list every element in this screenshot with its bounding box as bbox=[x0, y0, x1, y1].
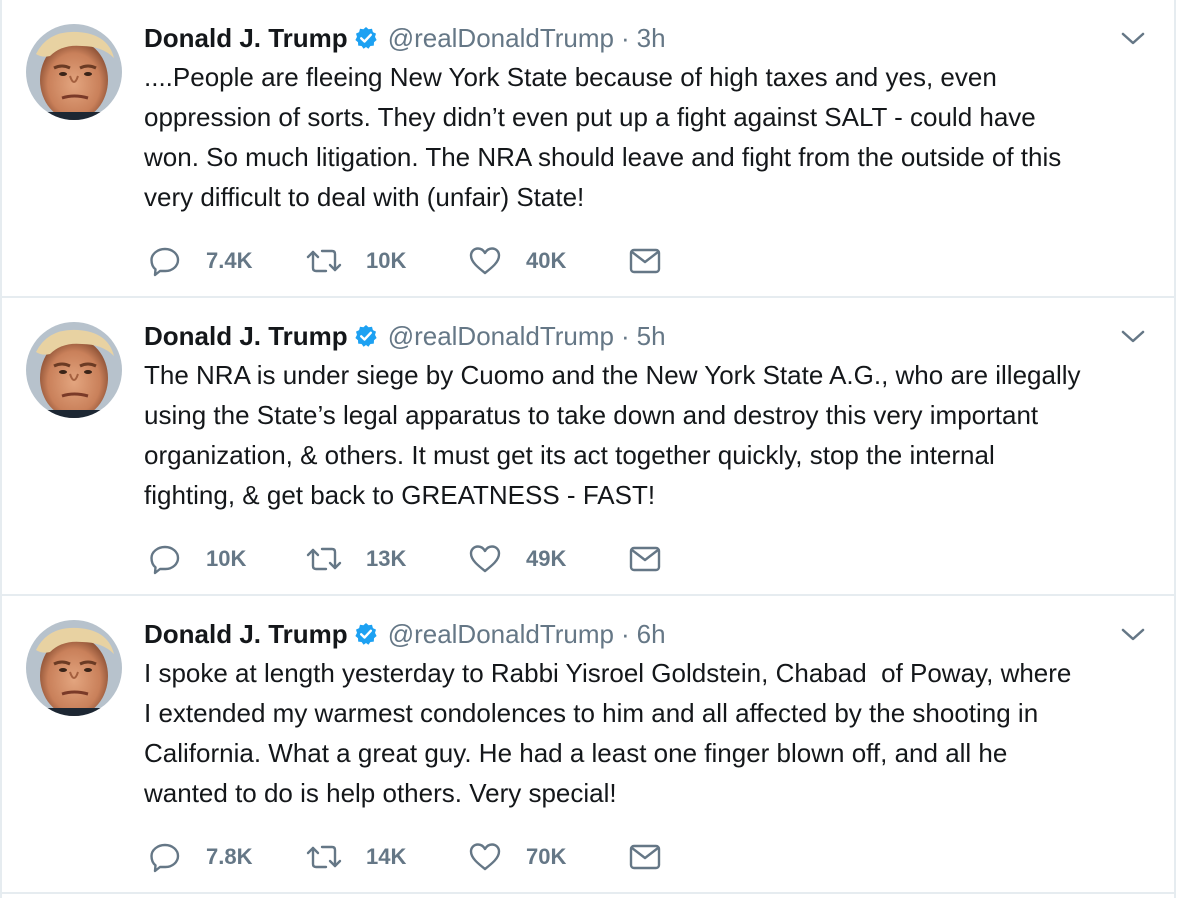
timestamp[interactable]: 5h bbox=[637, 321, 666, 352]
tweet-actions: 7.8K 14K 70K bbox=[148, 840, 708, 874]
retweet-count: 13K bbox=[366, 546, 407, 571]
tweet-card[interactable]: Donald J. Trump @realDonaldTrump · 6h I … bbox=[2, 596, 1174, 894]
like-count: 40K bbox=[526, 248, 567, 273]
separator-dot: · bbox=[620, 22, 630, 53]
like-button[interactable]: 70K bbox=[468, 840, 566, 874]
envelope-icon bbox=[628, 542, 662, 576]
tweet-card[interactable]: Donald J. Trump @realDonaldTrump · 3h ..… bbox=[2, 0, 1174, 298]
direct-message-button[interactable] bbox=[628, 542, 662, 576]
reply-button[interactable]: 7.4K bbox=[148, 244, 252, 278]
like-count: 70K bbox=[526, 844, 567, 869]
reply-button[interactable]: 10K bbox=[148, 542, 246, 576]
tweet-text: The NRA is under siege by Cuomo and the … bbox=[144, 360, 1081, 510]
tweet-text: ....People are fleeing New York State be… bbox=[144, 62, 1062, 212]
retweet-icon bbox=[306, 840, 342, 874]
verified-badge-icon bbox=[354, 26, 378, 50]
heart-icon bbox=[468, 542, 502, 576]
author-name[interactable]: Donald J. Trump bbox=[144, 23, 348, 54]
direct-message-button[interactable] bbox=[628, 840, 662, 874]
avatar[interactable] bbox=[26, 620, 122, 716]
author-handle[interactable]: @realDonaldTrump bbox=[388, 23, 614, 54]
avatar[interactable] bbox=[26, 322, 122, 418]
tweet-timeline: Donald J. Trump @realDonaldTrump · 3h ..… bbox=[0, 0, 1176, 898]
envelope-icon bbox=[628, 244, 662, 278]
heart-icon bbox=[468, 244, 502, 278]
timestamp[interactable]: 3h bbox=[637, 23, 666, 54]
avatar[interactable] bbox=[26, 24, 122, 120]
tweet-card[interactable]: Donald J. Trump @realDonaldTrump · 5h Th… bbox=[2, 298, 1174, 596]
reply-count: 7.8K bbox=[206, 844, 253, 869]
verified-badge-icon bbox=[354, 622, 378, 646]
author-handle[interactable]: @realDonaldTrump bbox=[388, 321, 614, 352]
retweet-count: 14K bbox=[366, 844, 407, 869]
tweet-header: Donald J. Trump @realDonaldTrump · 5h bbox=[144, 318, 666, 354]
separator-dot: · bbox=[620, 320, 630, 351]
reply-icon bbox=[148, 244, 182, 278]
reply-icon bbox=[148, 542, 182, 576]
retweet-button[interactable]: 13K bbox=[306, 542, 406, 576]
tweet-header: Donald J. Trump @realDonaldTrump · 3h bbox=[144, 20, 666, 56]
reply-icon bbox=[148, 840, 182, 874]
direct-message-button[interactable] bbox=[628, 244, 662, 278]
verified-badge-icon bbox=[354, 324, 378, 348]
tweet-header: Donald J. Trump @realDonaldTrump · 6h bbox=[144, 616, 666, 652]
timestamp[interactable]: 6h bbox=[637, 619, 666, 650]
envelope-icon bbox=[628, 840, 662, 874]
retweet-count: 10K bbox=[366, 248, 407, 273]
reply-count: 10K bbox=[206, 546, 247, 571]
chevron-down-icon[interactable] bbox=[1120, 30, 1146, 48]
retweet-icon bbox=[306, 244, 342, 278]
reply-button[interactable]: 7.8K bbox=[148, 840, 252, 874]
retweet-button[interactable]: 10K bbox=[306, 244, 406, 278]
tweet-actions: 7.4K 10K 40K bbox=[148, 244, 708, 278]
like-button[interactable]: 40K bbox=[468, 244, 566, 278]
tweet-text: I spoke at length yesterday to Rabbi Yis… bbox=[144, 658, 1072, 808]
chevron-down-icon[interactable] bbox=[1120, 626, 1146, 644]
retweet-icon bbox=[306, 542, 342, 576]
author-name[interactable]: Donald J. Trump bbox=[144, 619, 348, 650]
separator-dot: · bbox=[620, 618, 630, 649]
reply-count: 7.4K bbox=[206, 248, 253, 273]
chevron-down-icon[interactable] bbox=[1120, 328, 1146, 346]
heart-icon bbox=[468, 840, 502, 874]
retweet-button[interactable]: 14K bbox=[306, 840, 406, 874]
like-count: 49K bbox=[526, 546, 567, 571]
like-button[interactable]: 49K bbox=[468, 542, 566, 576]
author-name[interactable]: Donald J. Trump bbox=[144, 321, 348, 352]
author-handle[interactable]: @realDonaldTrump bbox=[388, 619, 614, 650]
tweet-actions: 10K 13K 49K bbox=[148, 542, 708, 576]
